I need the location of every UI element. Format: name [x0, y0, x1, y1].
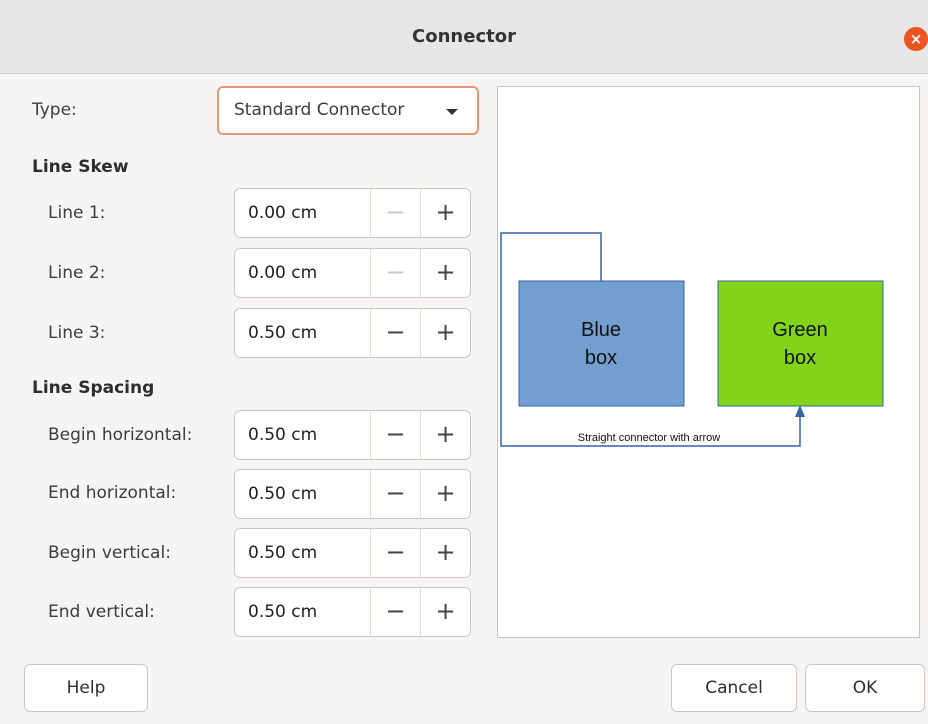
green-box [717, 280, 884, 407]
line-3-value[interactable]: 0.50 cm [248, 323, 317, 343]
begin-horizontal-increment-button[interactable]: + [420, 411, 470, 459]
help-button[interactable]: Help [24, 664, 148, 712]
begin-vertical-decrement-button[interactable]: − [370, 529, 420, 577]
preview-canvas: Blue box Green box Straight connector wi… [500, 232, 884, 447]
chevron-down-icon [446, 109, 458, 115]
line-2-spinbox[interactable]: 0.00 cm − + [234, 248, 471, 298]
begin-horizontal-value[interactable]: 0.50 cm [248, 425, 317, 445]
end-vertical-decrement-button[interactable]: − [370, 588, 420, 636]
line-2-increment-button[interactable]: + [420, 249, 470, 297]
blue-box [518, 280, 685, 407]
line-1-value[interactable]: 0.00 cm [248, 203, 317, 223]
connector-preview: Blue box Green box Straight connector wi… [497, 86, 920, 638]
cancel-button[interactable]: Cancel [671, 664, 797, 712]
green-box-label-2: box [784, 347, 816, 369]
begin-horizontal-spinbox[interactable]: 0.50 cm − + [234, 410, 471, 460]
end-vertical-value[interactable]: 0.50 cm [248, 602, 317, 622]
end-horizontal-label: End horizontal: [48, 483, 177, 503]
begin-vertical-spinbox[interactable]: 0.50 cm − + [234, 528, 471, 578]
dialog-title: Connector [412, 26, 516, 47]
line-1-increment-button[interactable]: + [420, 189, 470, 237]
begin-vertical-label: Begin vertical: [48, 543, 171, 563]
close-icon[interactable]: × [904, 27, 928, 51]
end-horizontal-decrement-button[interactable]: − [370, 470, 420, 518]
end-horizontal-spinbox[interactable]: 0.50 cm − + [234, 469, 471, 519]
type-label: Type: [32, 100, 77, 120]
line-3-label: Line 3: [48, 323, 106, 343]
blue-box-label-2: box [585, 347, 617, 369]
line-3-spinbox[interactable]: 0.50 cm − + [234, 308, 471, 358]
blue-box-label-1: Blue [581, 319, 621, 341]
green-box-label-1: Green [772, 319, 828, 341]
line-spacing-heading: Line Spacing [32, 378, 155, 398]
line-2-value[interactable]: 0.00 cm [248, 263, 317, 283]
end-horizontal-value[interactable]: 0.50 cm [248, 484, 317, 504]
line-3-increment-button[interactable]: + [420, 309, 470, 357]
line-3-decrement-button[interactable]: − [370, 309, 420, 357]
line-2-label: Line 2: [48, 263, 106, 283]
arrow-head-icon [795, 405, 805, 417]
begin-horizontal-decrement-button[interactable]: − [370, 411, 420, 459]
begin-horizontal-label: Begin horizontal: [48, 425, 193, 445]
connector-type-dropdown[interactable]: Standard Connector [217, 86, 479, 135]
connector-type-value: Standard Connector [234, 100, 405, 120]
end-vertical-spinbox[interactable]: 0.50 cm − + [234, 587, 471, 637]
line-1-label: Line 1: [48, 203, 106, 223]
title-bar: Connector × [0, 0, 928, 74]
begin-vertical-value[interactable]: 0.50 cm [248, 543, 317, 563]
ok-button[interactable]: OK [805, 664, 925, 712]
line-1-spinbox[interactable]: 0.00 cm − + [234, 188, 471, 238]
begin-vertical-increment-button[interactable]: + [420, 529, 470, 577]
line-1-decrement-button[interactable]: − [370, 189, 420, 237]
end-horizontal-increment-button[interactable]: + [420, 470, 470, 518]
end-vertical-label: End vertical: [48, 602, 155, 622]
line-skew-heading: Line Skew [32, 157, 129, 177]
end-vertical-increment-button[interactable]: + [420, 588, 470, 636]
line-2-decrement-button[interactable]: − [370, 249, 420, 297]
connector-label: Straight connector with arrow [578, 432, 721, 444]
